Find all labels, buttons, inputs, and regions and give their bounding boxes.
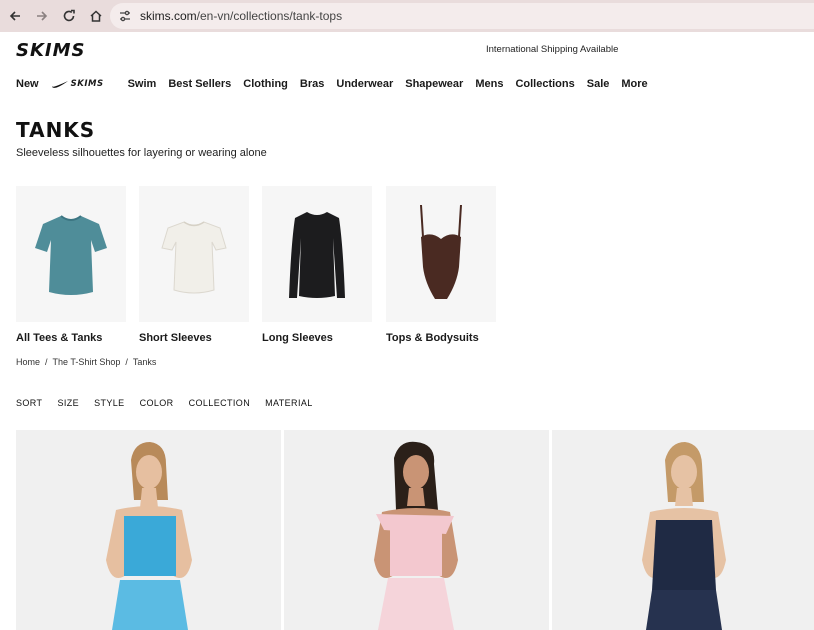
nike-skims-label: SKIMS	[70, 79, 104, 89]
category-label[interactable]: Short Sleeves	[139, 332, 249, 344]
white-tee-icon	[161, 221, 227, 294]
brown-bodysuit-icon	[420, 204, 462, 299]
breadcrumb-home[interactable]: Home	[16, 357, 40, 367]
filter-size[interactable]: SIZE	[57, 398, 79, 408]
category-thumbnail[interactable]	[16, 186, 126, 322]
nav-item-nike-skims[interactable]: SKIMS	[51, 79, 116, 89]
filter-collection[interactable]: COLLECTION	[189, 398, 251, 408]
product-image	[642, 442, 726, 630]
main-navigation: New SKIMS Swim Best Sellers Clothing Bra…	[16, 78, 660, 90]
category-thumbnail[interactable]	[386, 186, 496, 322]
skims-logo[interactable]: SKIMS	[16, 40, 86, 61]
nav-item-shapewear[interactable]: Shapewear	[405, 78, 463, 90]
category-short-sleeves[interactable]: Short Sleeves	[139, 186, 249, 344]
filter-bar: SORT SIZE STYLE COLOR COLLECTION MATERIA…	[16, 398, 328, 408]
url-host: skims.com	[140, 9, 197, 23]
back-icon[interactable]	[2, 3, 28, 29]
filter-style[interactable]: STYLE	[94, 398, 125, 408]
filter-material[interactable]: MATERIAL	[265, 398, 313, 408]
nav-item-mens[interactable]: Mens	[475, 78, 503, 90]
reload-icon[interactable]	[56, 3, 82, 29]
category-all-tees-tanks[interactable]: All Tees & Tanks	[16, 186, 126, 344]
teal-tee-icon	[35, 215, 107, 295]
category-label[interactable]: All Tees & Tanks	[16, 332, 126, 344]
category-long-sleeves[interactable]: Long Sleeves	[262, 186, 372, 344]
browser-toolbar: skims.com/en-vn/collections/tank-tops	[0, 0, 814, 32]
breadcrumb-separator: /	[45, 357, 48, 367]
product-image	[374, 441, 458, 630]
black-longsleeve-icon	[289, 212, 345, 298]
filter-color[interactable]: COLOR	[140, 398, 174, 408]
product-image	[106, 442, 192, 630]
category-tops-bodysuits[interactable]: Tops & Bodysuits	[386, 186, 496, 344]
product-card-navy-tube-tank[interactable]	[552, 430, 814, 630]
category-label[interactable]: Tops & Bodysuits	[386, 332, 496, 344]
nav-item-collections[interactable]: Collections	[515, 78, 574, 90]
nike-swoosh-icon	[51, 81, 68, 88]
product-card-blue-tube-tank[interactable]	[16, 430, 281, 630]
url-text: skims.com/en-vn/collections/tank-tops	[140, 9, 342, 23]
breadcrumb-tanks: Tanks	[132, 357, 157, 367]
url-path: /en-vn/collections/tank-tops	[196, 9, 343, 23]
nav-item-underwear[interactable]: Underwear	[336, 78, 393, 90]
page-subtitle: Sleeveless silhouettes for layering or w…	[16, 147, 267, 159]
page-title: TANKS	[16, 118, 96, 142]
site-settings-icon[interactable]	[118, 9, 132, 23]
filter-sort[interactable]: SORT	[16, 398, 42, 408]
category-thumbnail[interactable]	[262, 186, 372, 322]
address-bar[interactable]: skims.com/en-vn/collections/tank-tops	[110, 3, 814, 29]
nav-item-clothing[interactable]: Clothing	[243, 78, 288, 90]
product-card-pink-off-shoulder-tank[interactable]	[284, 430, 549, 630]
category-thumbnail[interactable]	[139, 186, 249, 322]
breadcrumb-separator: /	[125, 357, 128, 367]
nav-item-new[interactable]: New	[16, 78, 39, 90]
nav-item-sale[interactable]: Sale	[587, 78, 610, 90]
category-label[interactable]: Long Sleeves	[262, 332, 372, 344]
nav-item-swim[interactable]: Swim	[128, 78, 157, 90]
breadcrumb-tshirt-shop[interactable]: The T-Shirt Shop	[53, 357, 121, 367]
shipping-notice[interactable]: International Shipping Available	[486, 44, 618, 55]
nav-item-bras[interactable]: Bras	[300, 78, 324, 90]
breadcrumb: Home / The T-Shirt Shop / Tanks	[16, 357, 161, 367]
forward-icon[interactable]	[29, 3, 55, 29]
home-icon[interactable]	[83, 3, 109, 29]
nav-item-more[interactable]: More	[621, 78, 647, 90]
nav-item-best-sellers[interactable]: Best Sellers	[168, 78, 231, 90]
